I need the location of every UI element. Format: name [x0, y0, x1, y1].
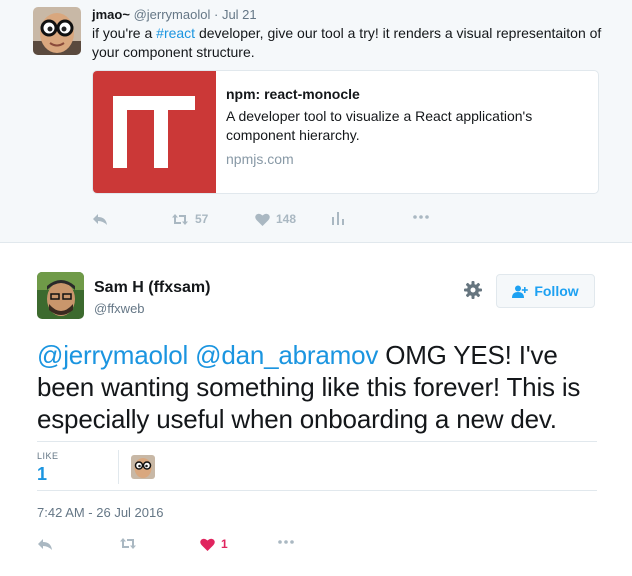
like-count: 148 [276, 212, 297, 226]
hashtag-link[interactable]: #react [156, 25, 195, 41]
reply-icon [38, 539, 52, 550]
more-button[interactable] [413, 215, 429, 219]
parent-tweet-actions: 57 148 [92, 212, 452, 232]
follow-button[interactable]: Follow [496, 274, 595, 308]
sam-avatar[interactable] [37, 272, 84, 319]
retweet-count: 57 [195, 212, 209, 226]
analytics-icon [332, 212, 344, 225]
card-domain: npmjs.com [226, 151, 294, 167]
reply-button[interactable] [92, 212, 108, 226]
parent-tweet-text: if you're a #react developer, give our t… [92, 24, 612, 62]
more-icon [413, 215, 429, 219]
more-icon [278, 540, 294, 544]
reply-icon [93, 214, 107, 225]
heart-icon [200, 538, 215, 551]
stats-separator [118, 450, 119, 484]
npm-logo-icon [113, 96, 195, 168]
like-button[interactable]: 148 [255, 212, 296, 226]
parent-author-handle[interactable]: @jerrymaolol [134, 7, 211, 22]
main-tweet-actions: 1 [37, 537, 397, 557]
reply-button[interactable] [37, 537, 53, 551]
mention-link[interactable]: @dan_abramov [195, 340, 378, 370]
retweet-icon [172, 213, 188, 225]
like-button[interactable]: 1 [200, 537, 228, 551]
divider [37, 441, 597, 442]
retweet-icon [120, 538, 136, 549]
analytics-button[interactable] [332, 212, 344, 225]
tweet-timestamp[interactable]: 7:42 AM - 26 Jul 2016 [37, 505, 163, 520]
follow-label: Follow [534, 283, 579, 299]
main-tweet-text: @jerrymaolol @dan_abramov OMG YES! I've … [37, 339, 602, 435]
npm-card-image [93, 71, 216, 193]
parent-tweet[interactable]: jmao~ @jerrymaolol · Jul 21 if you're a … [0, 0, 632, 243]
main-author-name[interactable]: Sam H (ffxsam) [94, 279, 210, 297]
parent-tweet-date[interactable]: Jul 21 [222, 7, 257, 22]
add-user-icon [512, 285, 529, 298]
retweet-button[interactable]: 57 [171, 212, 208, 226]
heart-icon [255, 213, 270, 226]
gear-icon [464, 281, 482, 299]
more-button[interactable] [278, 540, 294, 544]
stats-like-count[interactable]: 1 [37, 464, 47, 485]
parent-author-name[interactable]: jmao~ [92, 7, 130, 22]
retweet-button[interactable] [119, 537, 137, 550]
card-description: A developer tool to visualize a React ap… [226, 108, 533, 143]
gear-button[interactable] [464, 281, 482, 304]
parent-text-before: if you're a [92, 25, 157, 41]
header-separator: · [213, 7, 219, 22]
link-card[interactable]: npm: react-monocle A developer tool to v… [92, 70, 599, 194]
mention-link[interactable]: @jerrymaolol [37, 340, 188, 370]
stats-like-label: LIKE [37, 451, 59, 461]
liker-avatar[interactable] [131, 455, 155, 479]
main-author-handle[interactable]: @ffxweb [94, 301, 145, 316]
card-title: npm: react-monocle [226, 86, 360, 102]
divider [37, 490, 597, 491]
parent-tweet-header: jmao~ @jerrymaolol · Jul 21 [92, 7, 257, 22]
jmao-avatar[interactable] [33, 7, 81, 55]
card-body: npm: react-monocle A developer tool to v… [226, 83, 586, 168]
like-count: 1 [221, 537, 228, 551]
